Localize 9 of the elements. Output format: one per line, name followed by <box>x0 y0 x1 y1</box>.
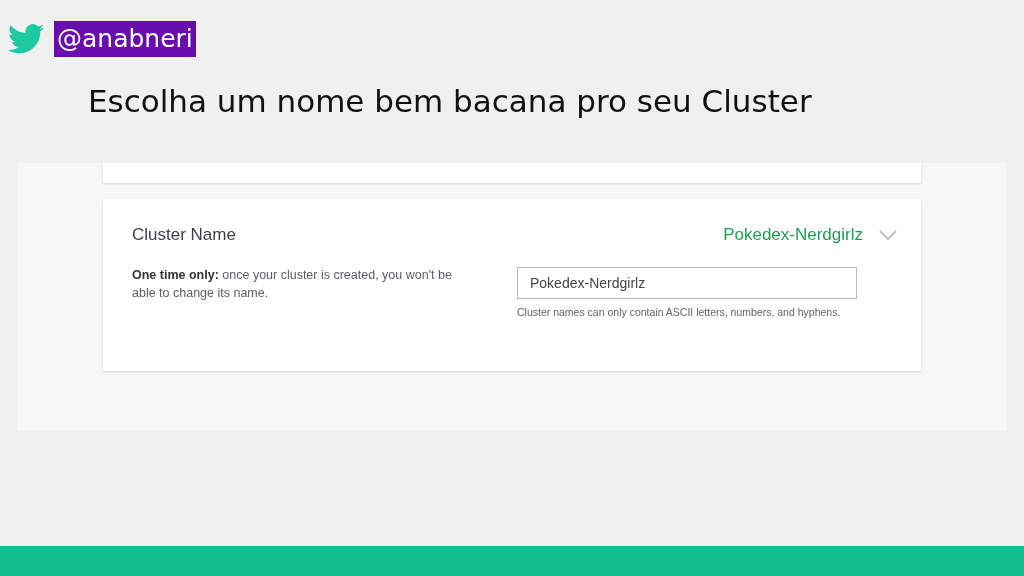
section-title: Cluster Name <box>132 225 237 245</box>
input-field[interactable]: Pokedex-Nerdgirlz <box>517 267 857 299</box>
chevron-icon[interactable] <box>879 229 897 241</box>
hint-text: Cluster names can only contain ASCII letters, numbers, and hyphens. <box>517 306 842 318</box>
bird-icon <box>8 24 44 54</box>
selected-value: Pokedex-Nerdgirlz <box>723 225 863 245</box>
twitter-handle: @anabneri <box>54 21 196 57</box>
description: One time only: once your cluster is created, you won't be able to change its name. <box>132 267 453 302</box>
slide-title: Escolha um nome bem bacana pro seu Cluster <box>88 82 813 121</box>
